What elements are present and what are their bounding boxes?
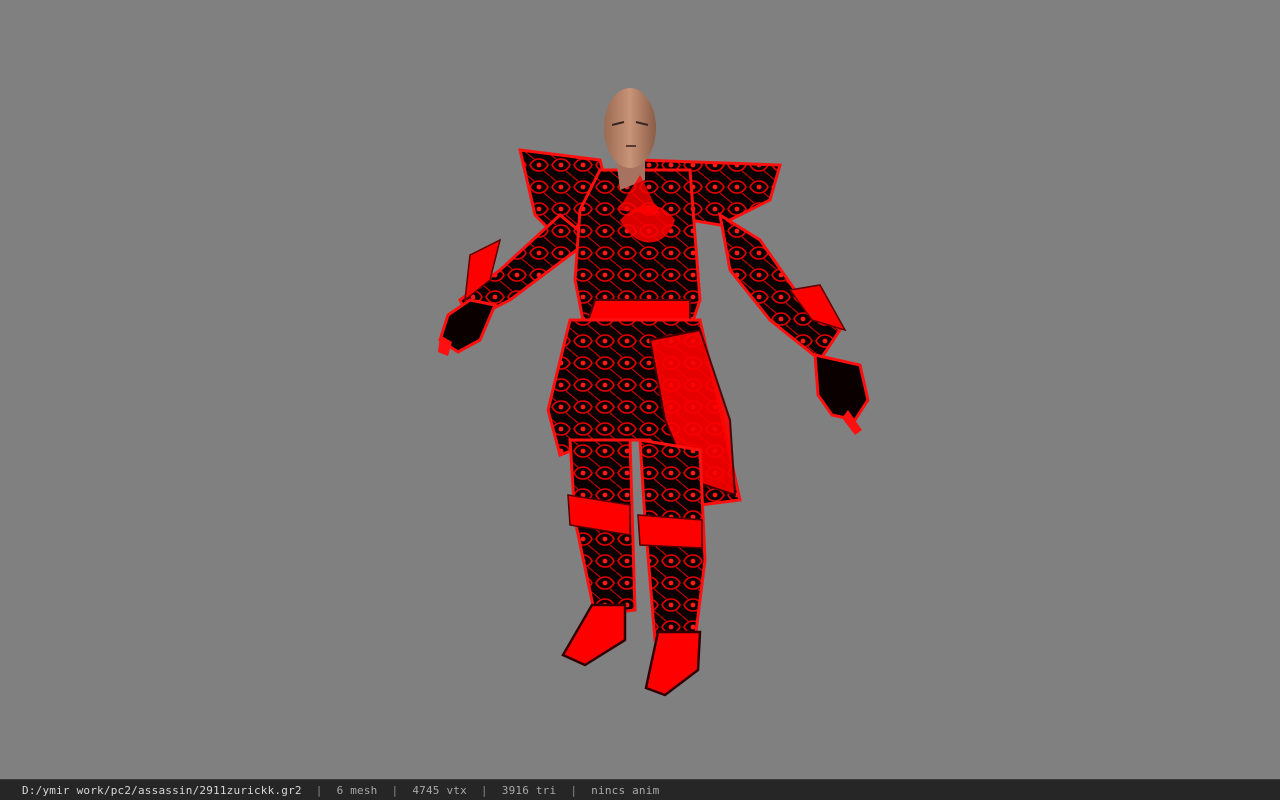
right-gauntlet bbox=[813, 353, 870, 422]
separator: | bbox=[570, 783, 578, 797]
head bbox=[604, 88, 656, 168]
status-bar: D:/ymir work/pc2/assassin/2911zurickk.gr… bbox=[0, 779, 1280, 800]
mesh-count-label: 6 mesh bbox=[336, 783, 378, 797]
separator: | bbox=[315, 783, 323, 797]
separator: | bbox=[391, 783, 399, 797]
left-boot bbox=[561, 603, 627, 667]
character-model-icon[interactable] bbox=[0, 0, 1280, 779]
triangle-count-label: 3916 tri bbox=[501, 783, 557, 797]
3d-viewport[interactable] bbox=[0, 0, 1280, 779]
file-path-label: D:/ymir work/pc2/assassin/2911zurickk.gr… bbox=[22, 783, 302, 797]
vertex-count-label: 4745 vtx bbox=[412, 783, 467, 797]
separator: | bbox=[480, 783, 488, 797]
animation-status-label: nincs anim bbox=[591, 783, 660, 797]
